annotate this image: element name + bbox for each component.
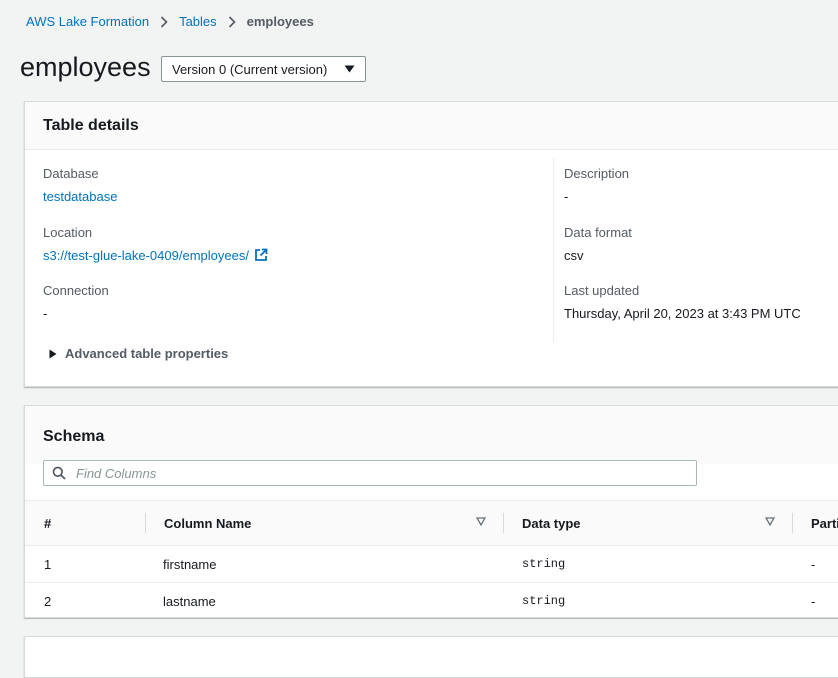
row-number: 2 xyxy=(44,593,52,609)
table-details-header: Table details xyxy=(25,102,838,150)
database-label: Database xyxy=(43,166,99,181)
external-link-icon xyxy=(254,248,268,262)
schema-header: Schema xyxy=(25,406,838,464)
advanced-properties-label: Advanced table properties xyxy=(65,346,229,361)
column-resizer[interactable] xyxy=(145,513,146,533)
table-row: 2 lastname string - xyxy=(25,583,838,620)
schema-table-header: # Column Name Data type Parti xyxy=(25,500,838,546)
last-updated-value: Thursday, April 20, 2023 at 3:43 PM UTC xyxy=(564,306,801,321)
location-label: Location xyxy=(43,225,93,240)
row-number: 1 xyxy=(44,556,52,572)
breadcrumb-current: employees xyxy=(246,14,314,29)
description-label: Description xyxy=(564,166,630,181)
schema-table: # Column Name Data type Parti 1 firstnam… xyxy=(25,500,838,620)
version-select[interactable]: Version 0 (Current version) xyxy=(161,56,366,82)
data-format-value: csv xyxy=(564,248,584,263)
next-panel xyxy=(24,636,838,678)
data-format-label: Data format xyxy=(564,225,632,240)
breadcrumb-tables[interactable]: Tables xyxy=(179,14,217,29)
sort-icon[interactable] xyxy=(765,517,775,526)
last-updated-field: Last updated Thursday, April 20, 2023 at… xyxy=(564,283,801,321)
column-name: firstname xyxy=(163,556,217,572)
column-divider xyxy=(553,158,554,342)
location-link[interactable]: s3://test-glue-lake-0409/employees/ xyxy=(43,248,268,263)
advanced-properties-toggle[interactable]: Advanced table properties xyxy=(49,346,228,361)
breadcrumb-lake-formation[interactable]: AWS Lake Formation xyxy=(26,14,149,29)
col-header-data-type[interactable]: Data type xyxy=(522,501,581,545)
search-icon xyxy=(52,466,66,480)
version-select-value: Version 0 (Current version) xyxy=(172,61,328,77)
triangle-right-icon xyxy=(49,349,57,359)
find-columns-input[interactable] xyxy=(74,464,658,482)
caret-down-icon xyxy=(344,65,355,73)
connection-label: Connection xyxy=(43,283,109,298)
breadcrumb: AWS Lake Formation Tables employees xyxy=(26,14,314,29)
sort-icon[interactable] xyxy=(476,517,486,526)
schema-panel: Schema # Column Name Data type Parti 1 f… xyxy=(24,405,838,620)
description-field: Description - xyxy=(564,166,629,204)
partition-value: - xyxy=(811,593,816,609)
last-updated-label: Last updated xyxy=(564,283,640,298)
column-name: lastname xyxy=(163,593,216,609)
col-header-column-name[interactable]: Column Name xyxy=(164,501,251,545)
col-header-number: # xyxy=(44,515,52,531)
location-link-text: s3://test-glue-lake-0409/employees/ xyxy=(43,248,249,263)
data-type: string xyxy=(522,594,566,608)
chevron-right-icon xyxy=(160,15,168,28)
schema-heading: Schema xyxy=(43,428,105,445)
database-field: Database testdatabase xyxy=(43,166,117,204)
table-details-panel: Table details Database testdatabase Loca… xyxy=(24,101,838,387)
column-resizer[interactable] xyxy=(503,513,504,533)
data-type: string xyxy=(522,557,566,571)
find-columns-search xyxy=(43,460,697,486)
col-header-partition[interactable]: Parti xyxy=(811,501,838,545)
column-resizer[interactable] xyxy=(792,513,793,533)
chevron-right-icon xyxy=(228,15,236,28)
location-field: Location s3://test-glue-lake-0409/employ… xyxy=(43,225,268,263)
partition-value: - xyxy=(811,556,816,572)
connection-value: - xyxy=(43,306,48,321)
table-details-heading: Table details xyxy=(43,116,139,134)
page-title: employees xyxy=(20,52,151,82)
data-format-field: Data format csv xyxy=(564,225,632,263)
table-row: 1 firstname string - xyxy=(25,546,838,583)
database-link[interactable]: testdatabase xyxy=(43,189,117,204)
connection-field: Connection - xyxy=(43,283,109,321)
description-value: - xyxy=(564,189,569,204)
